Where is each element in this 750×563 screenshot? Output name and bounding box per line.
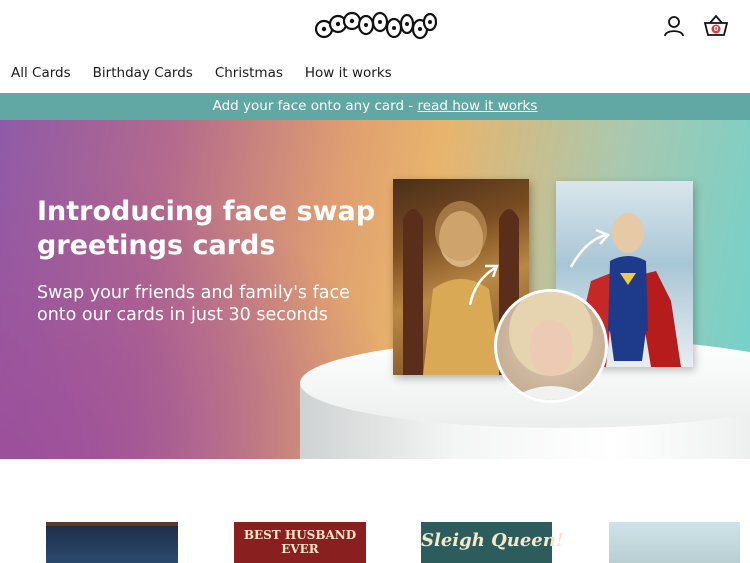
product-card[interactable] bbox=[609, 522, 740, 563]
basket-button[interactable]: 0 bbox=[703, 14, 729, 38]
arrow-icon bbox=[468, 264, 499, 306]
arrow-icon bbox=[569, 228, 611, 268]
hero-section: Introducing face swap greetings cards Sw… bbox=[0, 120, 750, 459]
nav-item-all-cards[interactable]: All Cards bbox=[11, 60, 71, 86]
nav-item-how-it-works[interactable]: How it works bbox=[305, 60, 392, 86]
product-card-text: Sleigh Queen! bbox=[421, 530, 564, 551]
product-card-text: BEST HUSBAND EVER bbox=[243, 528, 357, 556]
banner-link[interactable]: read how it works bbox=[418, 98, 538, 114]
product-card[interactable] bbox=[46, 522, 178, 563]
nav-item-christmas[interactable]: Christmas bbox=[215, 60, 283, 86]
product-card[interactable]: Sleigh Queen! bbox=[421, 522, 564, 563]
product-card[interactable]: BEST HUSBAND EVER bbox=[234, 522, 366, 563]
account-button[interactable] bbox=[662, 14, 686, 38]
main-nav: All Cards Birthday Cards Christmas How i… bbox=[0, 60, 403, 86]
announcement-banner: Add your face onto any card - read how i… bbox=[0, 93, 750, 120]
product-grid: BEST HUSBAND EVER Sleigh Queen! bbox=[0, 522, 750, 563]
banner-text: Add your face onto any card - bbox=[212, 98, 418, 114]
basket-count: 0 bbox=[713, 25, 719, 33]
site-logo[interactable] bbox=[314, 10, 438, 44]
nav-item-birthday-cards[interactable]: Birthday Cards bbox=[93, 60, 193, 86]
logo-graphic bbox=[314, 11, 438, 40]
user-icon bbox=[664, 16, 684, 37]
site-header: 0 bbox=[0, 0, 750, 55]
hero-subtitle: Swap your friends and family's face onto… bbox=[37, 283, 350, 325]
hero-title: Introducing face swap greetings cards bbox=[37, 196, 376, 261]
uploaded-face-photo bbox=[494, 289, 608, 403]
face-illustration bbox=[509, 292, 593, 400]
